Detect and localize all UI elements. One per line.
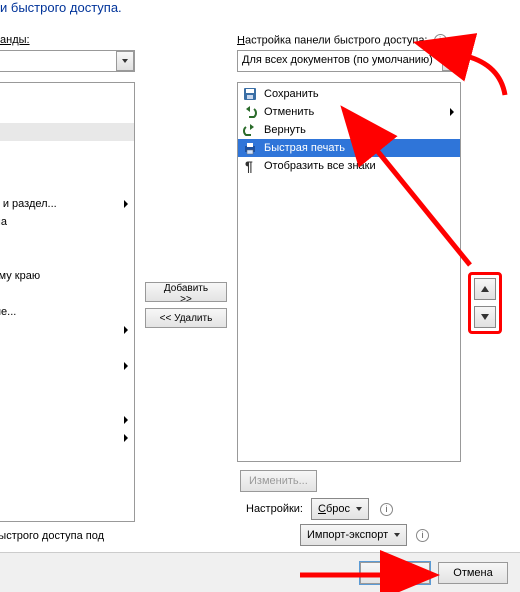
list-item-label: Сохранить (264, 88, 319, 100)
info-icon: i (380, 503, 393, 516)
page-title-fragment: и быстрого доступа. (0, 0, 122, 15)
list-item[interactable]: Вернуть (238, 121, 460, 139)
svg-text:¶: ¶ (245, 158, 253, 174)
list-item[interactable]: Сохранить (238, 85, 460, 103)
dialog-button-bar: ОК Отмена (0, 552, 520, 592)
list-item[interactable]: ись (0, 141, 134, 159)
list-item-label: Отменить (264, 106, 314, 118)
settings-label: Настройки: (246, 503, 303, 515)
list-item[interactable]: списка (0, 321, 134, 339)
list-item[interactable] (0, 357, 134, 375)
save-icon (242, 86, 258, 102)
list-item[interactable] (0, 429, 134, 447)
remove-button[interactable]: << Удалить (145, 308, 227, 328)
list-item[interactable]: Отменить (238, 103, 460, 121)
list-item[interactable] (0, 285, 134, 303)
add-button[interactable]: Добавить >> (145, 282, 227, 302)
list-item[interactable]: границ и раздел... (0, 195, 134, 213)
list-item[interactable]: Быстрая печать (238, 139, 460, 157)
list-item-label: Отобразить все знаки (264, 160, 376, 172)
reset-button[interactable]: Сброс (311, 498, 369, 520)
list-item[interactable] (0, 447, 134, 465)
pilcrow-icon: ¶ (242, 158, 258, 174)
available-commands-list[interactable]: ись куграниц и раздел...з файла ур левому … (0, 82, 135, 522)
list-item[interactable]: ку (0, 177, 134, 195)
list-item[interactable] (0, 339, 134, 357)
info-icon: i (434, 34, 447, 47)
list-item[interactable] (0, 393, 134, 411)
info-icon: i (416, 529, 429, 542)
list-item-label: Быстрая печать (264, 142, 345, 154)
redo-icon (242, 122, 258, 138)
list-item[interactable]: начение... (0, 303, 134, 321)
move-down-button[interactable] (474, 306, 496, 328)
commands-source-combo[interactable] (0, 50, 135, 72)
list-item[interactable] (0, 105, 134, 123)
list-item[interactable]: ¶ Отобразить все знаки (238, 157, 460, 175)
chevron-down-icon[interactable] (116, 51, 134, 71)
list-item[interactable] (0, 123, 134, 141)
list-item[interactable] (0, 159, 134, 177)
ok-button[interactable]: ОК (360, 562, 430, 584)
qat-scope-label: ННастройка панели быстрого доступа:астро… (237, 34, 447, 47)
left-combo-label: анды: (0, 34, 30, 46)
import-export-button[interactable]: Импорт-экспорт (300, 524, 407, 546)
show-below-ribbon-label: быстрого доступа под (0, 530, 104, 542)
qat-scope-value: Для всех документов (по умолчанию) (242, 54, 433, 66)
chevron-down-icon[interactable] (442, 51, 460, 71)
list-item[interactable]: у (0, 249, 134, 267)
print-icon (242, 140, 258, 156)
list-item[interactable]: р левому краю (0, 267, 134, 285)
list-item-label: Вернуть (264, 124, 306, 136)
list-item[interactable] (0, 375, 134, 393)
modify-button[interactable]: Изменить... (240, 470, 317, 492)
undo-icon (242, 104, 258, 120)
list-item[interactable]: з файла (0, 213, 134, 231)
cancel-button[interactable]: Отмена (438, 562, 508, 584)
list-item[interactable] (0, 411, 134, 429)
qat-commands-list[interactable]: Сохранить Отменить Вернуть Быстрая печать ¶ О… (237, 82, 461, 462)
qat-scope-combo[interactable]: Для всех документов (по умолчанию) (237, 50, 461, 72)
list-item[interactable] (0, 231, 134, 249)
move-up-button[interactable] (474, 278, 496, 300)
move-buttons-group (468, 272, 502, 334)
